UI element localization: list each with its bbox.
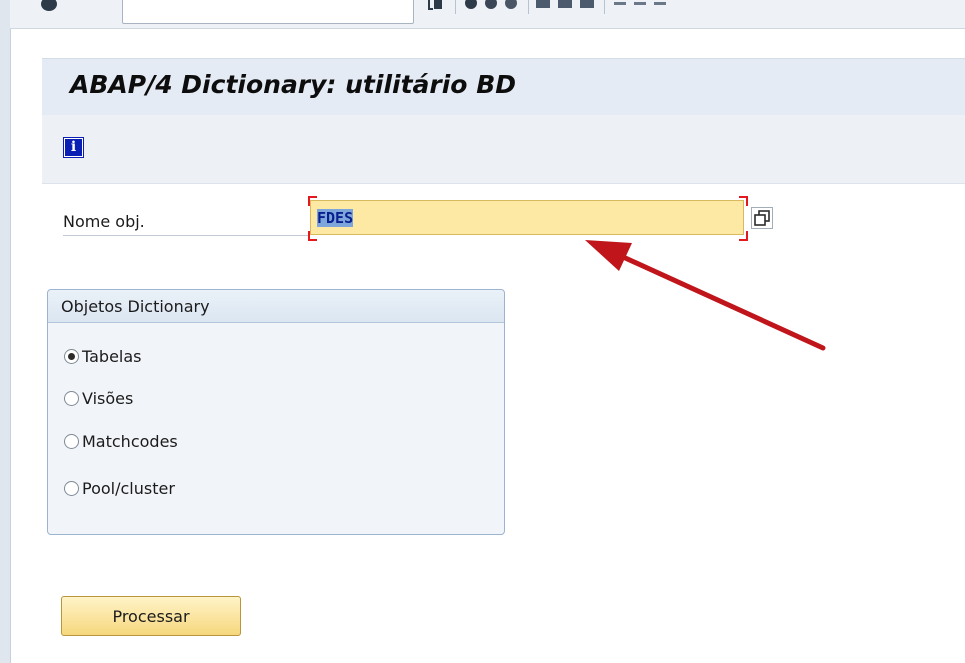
toolbar-separator xyxy=(604,0,605,14)
next-page-icon[interactable] xyxy=(654,0,668,12)
system-toolbar xyxy=(10,0,965,29)
object-name-field-wrapper xyxy=(308,196,748,241)
back-icon[interactable] xyxy=(464,0,478,12)
groupbox-title: Objetos Dictionary xyxy=(48,290,504,323)
radio-selected-dot xyxy=(68,352,75,360)
page-title: ABAP/4 Dictionary: utilitário BD xyxy=(70,70,516,99)
info-icon[interactable]: i xyxy=(63,137,84,158)
first-page-icon[interactable] xyxy=(614,0,628,12)
toolbar-separator xyxy=(455,0,456,14)
application-toolbar: i xyxy=(42,115,965,184)
radio-label: Tabelas xyxy=(82,346,142,366)
title-bar: ABAP/4 Dictionary: utilitário BD xyxy=(42,58,965,116)
previous-page-icon[interactable] xyxy=(634,0,648,12)
radio-views[interactable]: Visões xyxy=(64,386,133,410)
enter-icon[interactable] xyxy=(40,0,58,12)
exit-icon[interactable] xyxy=(484,0,498,12)
toolbar-separator xyxy=(528,0,529,14)
radio-button[interactable] xyxy=(64,390,79,406)
find-icon[interactable] xyxy=(558,0,572,12)
dictionary-objects-groupbox: Objetos Dictionary Tabelas Visões Matchc… xyxy=(47,289,505,535)
radio-label: Matchcodes xyxy=(82,431,178,451)
object-name-label: Nome obj. xyxy=(63,209,310,236)
left-frame-strip xyxy=(0,0,11,663)
radio-pool-cluster[interactable]: Pool/cluster xyxy=(64,476,175,500)
cancel-icon[interactable] xyxy=(504,0,518,12)
print-icon[interactable] xyxy=(536,0,550,12)
save-icon[interactable] xyxy=(428,0,442,12)
radio-button[interactable] xyxy=(64,348,79,364)
radio-tables[interactable]: Tabelas xyxy=(64,344,142,368)
command-field[interactable] xyxy=(122,0,414,24)
radio-button[interactable] xyxy=(64,433,79,449)
radio-button[interactable] xyxy=(64,480,79,496)
radio-label: Visões xyxy=(82,388,134,408)
radio-label: Pool/cluster xyxy=(82,478,175,498)
find-next-icon[interactable] xyxy=(580,0,594,12)
radio-matchcodes[interactable]: Matchcodes xyxy=(64,429,178,453)
object-name-input[interactable] xyxy=(310,200,744,235)
process-button[interactable]: Processar xyxy=(61,596,241,636)
value-help-icon[interactable] xyxy=(751,207,773,229)
